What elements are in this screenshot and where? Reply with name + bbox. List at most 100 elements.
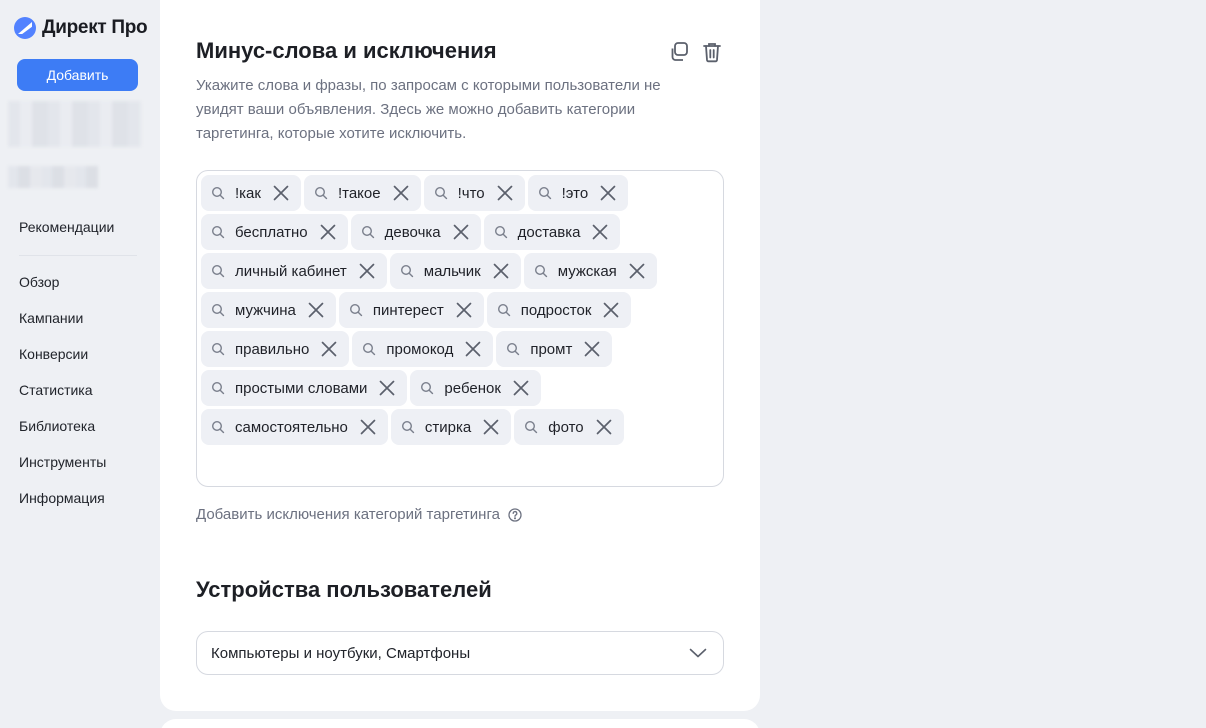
remove-word-icon[interactable] [627, 261, 647, 281]
sidebar-item-statistics[interactable]: Статистика [19, 382, 93, 398]
minus-word-label: девочка [384, 223, 441, 241]
trash-icon[interactable] [701, 41, 723, 63]
remove-word-icon[interactable] [306, 300, 326, 320]
minus-word-label: правильно [235, 340, 310, 358]
minus-word-tag: промт [496, 331, 613, 367]
remove-word-icon[interactable] [582, 339, 602, 359]
minus-words-description: Укажите слова и фразы, по запросам с кот… [196, 77, 661, 142]
sidebar-divider [19, 255, 137, 256]
minus-word-tag: личный кабинет [201, 253, 387, 289]
minus-word-tag: промокод [352, 331, 494, 367]
remove-word-icon[interactable] [495, 183, 515, 203]
remove-word-icon[interactable] [318, 222, 338, 242]
copy-icon[interactable] [668, 41, 690, 63]
minus-word-tag: ребенок [410, 370, 541, 406]
chevron-down-icon [689, 648, 707, 658]
search-icon [211, 303, 225, 317]
remove-word-icon[interactable] [598, 183, 618, 203]
minus-word-tag: правильно [201, 331, 350, 367]
minus-word-tag: !как [201, 175, 301, 211]
minus-word-tag: мужская [523, 253, 657, 289]
search-icon [400, 264, 413, 278]
remove-word-icon[interactable] [391, 183, 411, 203]
app-logo[interactable]: Директ Про [14, 14, 148, 42]
minus-word-label: мальчик [423, 262, 481, 280]
minus-word-label: пинтерест [372, 301, 444, 319]
minus-word-label: !как [235, 184, 261, 202]
minus-word-tag: девочка [350, 214, 481, 250]
search-icon [314, 186, 328, 200]
search-icon [211, 420, 225, 434]
devices-select[interactable]: Компьютеры и ноутбуки, Смартфоны [196, 631, 724, 675]
search-icon [361, 225, 374, 239]
search-icon [525, 420, 538, 434]
sidebar: Директ Про Добавить Рекомендации Обзор К… [0, 0, 160, 728]
add-targeting-exclusions-link[interactable]: Добавить исключения категорий таргетинга [196, 506, 522, 523]
sidebar-item-conversions[interactable]: Конверсии [19, 346, 88, 362]
search-icon [211, 264, 225, 278]
remove-word-icon[interactable] [357, 261, 377, 281]
sidebar-item-overview[interactable]: Обзор [19, 274, 59, 290]
minus-word-tag: стирка [390, 409, 512, 445]
remove-word-icon[interactable] [511, 378, 531, 398]
add-targeting-exclusions-label: Добавить исключения категорий таргетинга [196, 506, 500, 523]
minus-word-label: бесплатно [235, 223, 308, 241]
next-card [160, 719, 760, 728]
app-title: Директ Про [42, 17, 148, 38]
minus-word-label: мужская [557, 262, 617, 280]
add-button[interactable]: Добавить [17, 59, 138, 91]
settings-card: Минус-слова и исключения Укажите слова и… [160, 0, 760, 711]
blurred-account-balance [8, 166, 98, 188]
search-icon [401, 420, 415, 434]
remove-word-icon[interactable] [358, 417, 378, 437]
search-icon [211, 342, 225, 356]
sidebar-item-campaigns[interactable]: Кампании [19, 310, 83, 326]
minus-word-tag: пинтерест [338, 292, 484, 328]
minus-words-list: !как !такое !что !это бесплатно девочка достав… [201, 175, 719, 445]
search-icon [534, 264, 547, 278]
remove-word-icon[interactable] [319, 339, 339, 359]
search-icon [507, 342, 520, 356]
remove-word-icon[interactable] [451, 222, 471, 242]
sidebar-item-tools[interactable]: Инструменты [19, 454, 106, 470]
search-icon [211, 381, 225, 395]
sidebar-item-recommendations[interactable]: Рекомендации [19, 219, 114, 235]
remove-word-icon[interactable] [481, 417, 501, 437]
search-icon [211, 225, 225, 239]
minus-word-label: !это [561, 184, 589, 202]
remove-word-icon[interactable] [594, 417, 614, 437]
search-icon [421, 381, 434, 395]
devices-title: Устройства пользователей [196, 577, 492, 602]
minus-word-tag: доставка [483, 214, 621, 250]
remove-word-icon[interactable] [491, 261, 511, 281]
minus-word-label: промокод [386, 340, 454, 358]
minus-word-label: самостоятельно [235, 418, 348, 436]
sidebar-item-library[interactable]: Библиотека [19, 418, 95, 434]
remove-word-icon[interactable] [377, 378, 397, 398]
search-icon [434, 186, 447, 200]
search-icon [349, 303, 363, 317]
minus-words-input[interactable]: !как !такое !что !это бесплатно девочка достав… [196, 170, 724, 487]
minus-word-label: мужчина [235, 301, 296, 319]
minus-word-tag: самостоятельно [201, 409, 388, 445]
minus-word-tag: мужчина [201, 292, 336, 328]
remove-word-icon[interactable] [271, 183, 291, 203]
remove-word-icon[interactable] [601, 300, 621, 320]
blurred-account-info [8, 101, 142, 147]
help-icon[interactable] [508, 507, 522, 522]
search-icon [211, 186, 225, 200]
minus-word-label: !такое [337, 184, 381, 202]
minus-word-label: !что [457, 184, 485, 202]
sidebar-item-information[interactable]: Информация [19, 490, 105, 506]
minus-word-tag: фото [514, 409, 624, 445]
remove-word-icon[interactable] [454, 300, 474, 320]
minus-word-tag: !такое [303, 175, 421, 211]
minus-word-label: стирка [424, 418, 472, 436]
remove-word-icon[interactable] [463, 339, 483, 359]
minus-word-label: фото [548, 418, 584, 436]
minus-word-tag: бесплатно [201, 214, 348, 250]
remove-word-icon[interactable] [590, 222, 610, 242]
minus-words-title: Минус-слова и исключения [196, 38, 497, 63]
search-icon [497, 303, 510, 317]
minus-word-label: подросток [520, 301, 592, 319]
